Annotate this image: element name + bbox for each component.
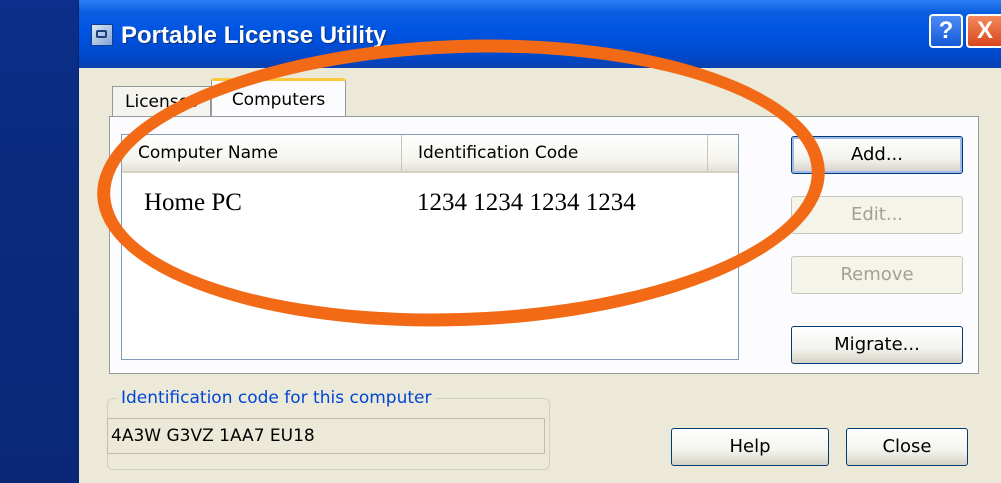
window-title: Portable License Utility (121, 22, 387, 49)
remove-button[interactable]: Remove (791, 256, 963, 294)
close-icon[interactable]: X (966, 14, 1001, 48)
list-item[interactable]: Home PC 1234 1234 1234 1234 (122, 183, 738, 223)
column-header-computer-name[interactable]: Computer Name (122, 135, 402, 171)
computers-list[interactable]: Computer Name Identification Code Home P… (121, 134, 739, 360)
edit-button[interactable]: Edit... (791, 196, 963, 234)
tab-licenses[interactable]: Licenses (112, 86, 211, 116)
list-header: Computer Name Identification Code (122, 135, 738, 173)
identification-code-cell: 1234 1234 1234 1234 (417, 189, 636, 216)
tab-computers[interactable]: Computers (211, 78, 346, 116)
close-button[interactable]: Close (846, 428, 968, 466)
portable-license-utility-window: Portable License Utility ? X Licenses Co… (78, 0, 1001, 483)
identification-code-field[interactable]: 4A3W G3VZ 1AA7 EU18 (107, 418, 545, 454)
migrate-button[interactable]: Migrate... (791, 326, 963, 364)
title-bar[interactable]: Portable License Utility ? X (79, 0, 1001, 68)
help-button[interactable]: Help (671, 428, 829, 466)
help-icon[interactable]: ? (929, 14, 963, 48)
add-button[interactable]: Add... (791, 136, 963, 174)
column-header-identification-code[interactable]: Identification Code (402, 135, 708, 171)
computer-name-cell: Home PC (144, 189, 242, 216)
app-icon (91, 24, 113, 46)
identification-code-label: Identification code for this computer (117, 387, 436, 409)
